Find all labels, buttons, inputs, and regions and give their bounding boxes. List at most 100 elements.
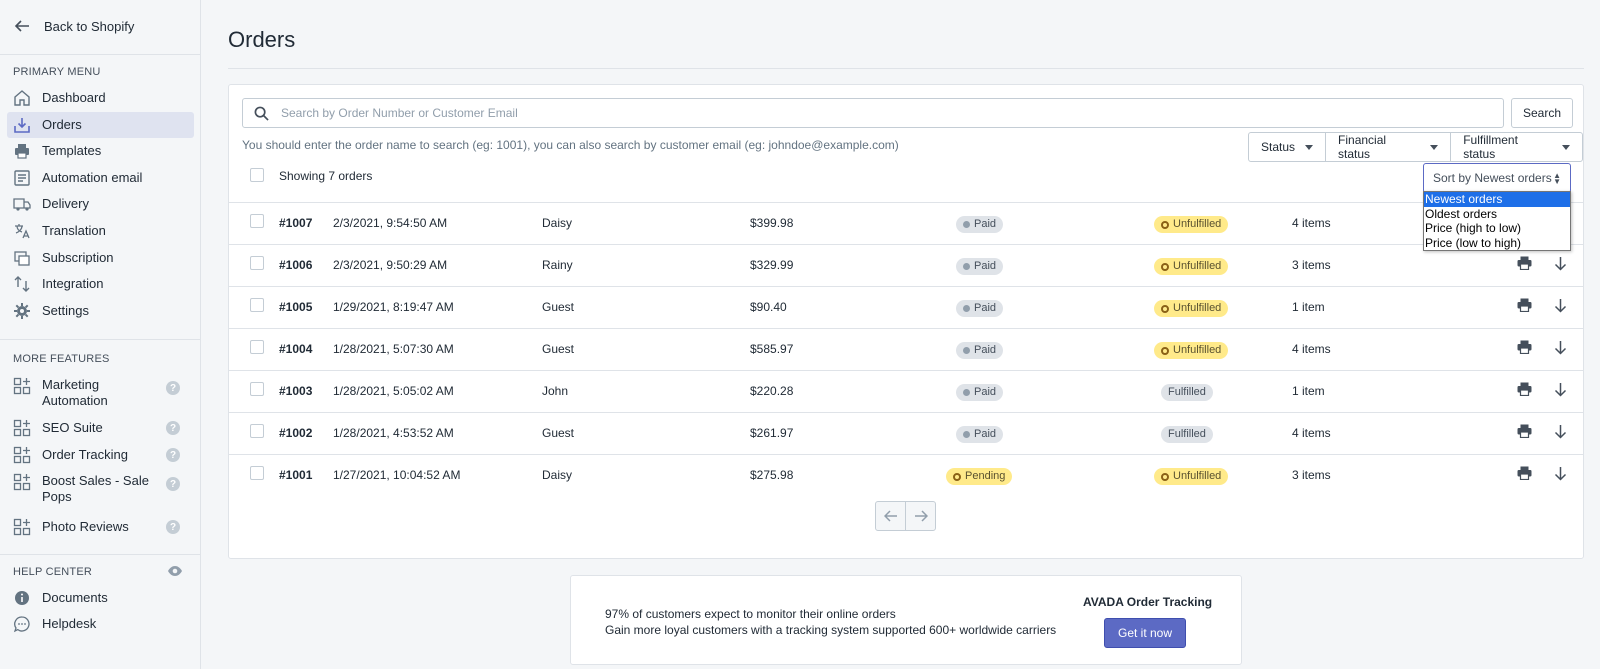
sort-option-oldest[interactable]: Oldest orders [1424, 207, 1570, 222]
fulfillment-status-badge: Unfulfilled [1154, 216, 1229, 233]
sort-option-price-high-low[interactable]: Price (high to low) [1424, 221, 1570, 236]
sidebar-item-order-tracking[interactable]: Order Tracking ? [7, 442, 194, 468]
status-ring-icon [1161, 304, 1169, 313]
financial-status-filter-button[interactable]: Financial status [1325, 132, 1452, 162]
print-icon[interactable] [1517, 466, 1532, 483]
printer-icon [13, 142, 31, 160]
sidebar-item-label: Orders [42, 117, 82, 132]
sidebar-item-dashboard[interactable]: Dashboard [7, 85, 194, 111]
select-all-checkbox[interactable] [250, 168, 264, 182]
sidebar-item-boost-sales[interactable]: Boost Sales - Sale Pops ? [7, 471, 194, 507]
table-row[interactable]: #1002 1/28/2021, 4:53:52 AM Guest $261.97 Pa… [229, 412, 1583, 454]
print-icon[interactable] [1517, 256, 1532, 273]
eye-icon[interactable] [167, 564, 183, 581]
order-items: 3 items [1292, 468, 1331, 482]
sort-option-price-low-high[interactable]: Price (low to high) [1424, 236, 1570, 251]
financial-status-badge: Paid [956, 426, 1004, 443]
order-number[interactable]: #1002 [279, 426, 312, 440]
print-icon[interactable] [1517, 382, 1532, 399]
download-icon[interactable] [1554, 382, 1567, 400]
sidebar-item-label: Order Tracking [42, 447, 128, 462]
help-icon[interactable]: ? [166, 381, 180, 395]
row-checkbox[interactable] [250, 298, 264, 312]
next-page-button[interactable] [905, 501, 936, 531]
badge-label: Unfulfilled [1173, 218, 1222, 230]
table-row[interactable]: #1007 2/3/2021, 9:54:50 AM Daisy $399.98 Pai… [229, 202, 1583, 244]
sidebar-item-orders[interactable]: Orders [7, 112, 194, 138]
order-number[interactable]: #1003 [279, 384, 312, 398]
row-checkbox[interactable] [250, 256, 264, 270]
download-icon[interactable] [1554, 466, 1567, 484]
order-date: 1/28/2021, 4:53:52 AM [333, 426, 454, 440]
search-input[interactable] [281, 106, 1461, 120]
order-price: $585.97 [750, 342, 794, 356]
sidebar-item-helpdesk[interactable]: Helpdesk [7, 611, 194, 637]
sidebar-item-documents[interactable]: Documents [7, 585, 194, 611]
help-icon[interactable]: ? [166, 421, 180, 435]
financial-status-badge: Paid [956, 300, 1004, 317]
financial-status-badge: Paid [956, 216, 1004, 233]
table-row[interactable]: #1003 1/28/2021, 5:05:02 AM John $220.28 Pai… [229, 370, 1583, 412]
arrow-left-icon [14, 20, 29, 32]
sidebar-item-label: SEO Suite [42, 420, 103, 435]
download-icon[interactable] [1554, 424, 1567, 442]
order-customer: Rainy [542, 258, 573, 272]
status-filter-button[interactable]: Status [1248, 132, 1327, 162]
search-button[interactable]: Search [1511, 98, 1573, 128]
sidebar-item-label: Automation email [42, 170, 143, 185]
order-date: 1/27/2021, 10:04:52 AM [333, 468, 461, 482]
row-checkbox[interactable] [250, 466, 264, 480]
badge-label: Unfulfilled [1173, 302, 1222, 314]
sidebar-item-translation[interactable]: Translation [7, 218, 194, 244]
filter-label: Financial status [1338, 133, 1387, 161]
row-checkbox[interactable] [250, 340, 264, 354]
row-checkbox[interactable] [250, 382, 264, 396]
sidebar-item-subscription[interactable]: Subscription [7, 245, 194, 271]
sort-select[interactable]: Sort by Newest orders ▲ ▼ [1423, 163, 1571, 193]
order-number[interactable]: #1004 [279, 342, 312, 356]
sidebar-item-seo-suite[interactable]: SEO Suite ? [7, 415, 194, 441]
order-date: 1/29/2021, 8:19:47 AM [333, 300, 454, 314]
sidebar-divider [0, 554, 201, 555]
table-row[interactable]: #1005 1/29/2021, 8:19:47 AM Guest $90.40 Pai… [229, 286, 1583, 328]
fulfillment-status-filter-button[interactable]: Fulfillment status [1450, 132, 1583, 162]
sidebar-item-templates[interactable]: Templates [7, 138, 194, 164]
table-row[interactable]: #1001 1/27/2021, 10:04:52 AM Daisy $275.98 P… [229, 454, 1583, 496]
search-box[interactable] [242, 98, 1504, 128]
help-icon[interactable]: ? [166, 448, 180, 462]
table-row[interactable]: #1004 1/28/2021, 5:07:30 AM Guest $585.97 Pa… [229, 328, 1583, 370]
order-number[interactable]: #1001 [279, 468, 312, 482]
print-icon[interactable] [1517, 298, 1532, 315]
status-ring-icon [1161, 346, 1169, 355]
order-number[interactable]: #1006 [279, 258, 312, 272]
filter-label: Status [1261, 140, 1296, 154]
financial-status-badge: Paid [956, 342, 1004, 359]
apps-icon [13, 446, 31, 464]
order-number[interactable]: #1005 [279, 300, 312, 314]
help-icon[interactable]: ? [166, 477, 180, 491]
sort-dropdown-menu: Newest orders Oldest orders Price (high … [1423, 191, 1571, 251]
back-to-shopify-link[interactable]: Back to Shopify [14, 18, 134, 34]
sidebar-item-marketing-automation[interactable]: Marketing Automation ? [7, 375, 194, 411]
sidebar-item-automation-email[interactable]: Automation email [7, 165, 194, 191]
sidebar-item-label: Templates [42, 143, 102, 158]
row-checkbox[interactable] [250, 424, 264, 438]
table-row[interactable]: #1006 2/3/2021, 9:50:29 AM Rainy $329.99 Pai… [229, 244, 1583, 286]
badge-label: Fulfilled [1168, 386, 1206, 398]
sidebar-item-settings[interactable]: Settings [7, 298, 194, 324]
print-icon[interactable] [1517, 424, 1532, 441]
download-icon[interactable] [1554, 256, 1567, 274]
order-number[interactable]: #1007 [279, 216, 312, 230]
download-icon[interactable] [1554, 340, 1567, 358]
sidebar-item-photo-reviews[interactable]: Photo Reviews ? [7, 514, 194, 540]
sidebar-item-integration[interactable]: Integration [7, 271, 194, 297]
get-it-now-button[interactable]: Get it now [1104, 618, 1186, 648]
row-checkbox[interactable] [250, 214, 264, 228]
sidebar-item-delivery[interactable]: Delivery [7, 191, 194, 217]
print-icon[interactable] [1517, 340, 1532, 357]
help-icon[interactable]: ? [166, 520, 180, 534]
previous-page-button[interactable] [875, 501, 906, 531]
download-icon[interactable] [1554, 298, 1567, 316]
sort-option-newest[interactable]: Newest orders [1424, 192, 1570, 207]
status-ring-icon [1161, 472, 1169, 481]
